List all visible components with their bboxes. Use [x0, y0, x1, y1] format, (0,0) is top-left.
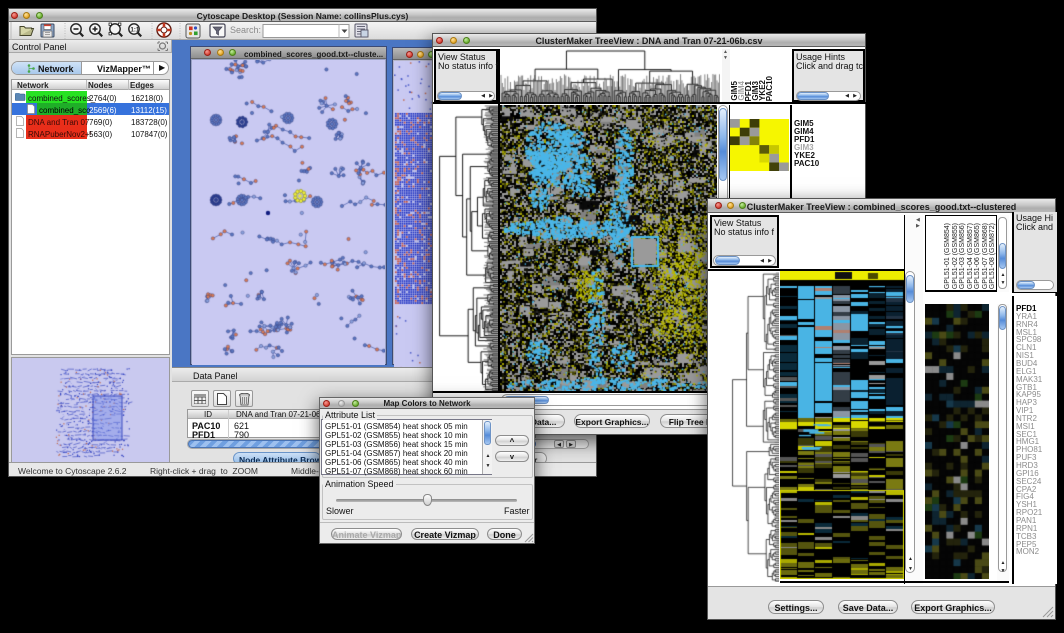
svg-text:Search:: Search:	[230, 25, 261, 35]
